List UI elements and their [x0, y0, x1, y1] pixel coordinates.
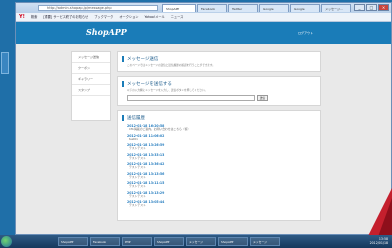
toolbar-item-auction[interactable]: オークション	[119, 15, 138, 19]
history-entry[interactable]: 2012-01-18 16:20:58 CM.掲載のご案内。お問い合わせはこちら（…	[127, 124, 316, 132]
main-column: メッセージ送信 このページではメッセージの送信と送信履歴の確認を行うことができま…	[117, 51, 321, 225]
entry-message: test01	[129, 136, 138, 141]
window-controls: _ □ ×	[354, 4, 389, 11]
site-logo[interactable]: ShopAPP	[86, 27, 127, 37]
send-panel-title: メッセージを送信する	[122, 81, 316, 87]
clock-date: 2012/01/18	[369, 241, 388, 245]
history-entry[interactable]: 2012-01-18 13:26:59 テストテスト	[127, 143, 316, 151]
page-content: メッセージ送信 クーポン ギャラリー スタンプ メッセージ送信 このページではメ…	[71, 51, 321, 234]
taskbar-item[interactable]: メッセージ	[186, 237, 216, 246]
taskbar-clock[interactable]: 13:58 2012/01/18	[370, 237, 388, 245]
browser-tab-2[interactable]: Facebook	[197, 4, 227, 12]
message-input[interactable]	[127, 95, 255, 101]
sidebar-item-message[interactable]: メッセージ送信	[72, 52, 110, 63]
minimize-button[interactable]: _	[354, 4, 365, 11]
history-entry[interactable]: 2012-01-18 13:13:56 テストテスト	[127, 172, 316, 180]
message-panel-desc: このページではメッセージの送信と送信履歴の確認を行うことができます。	[127, 64, 215, 67]
toolbar-item-bookmark[interactable]: ブックマーク	[94, 15, 113, 19]
browser-tab-4[interactable]: Google	[259, 4, 289, 12]
message-panel-title: メッセージ送信	[122, 56, 316, 62]
logout-link[interactable]: ログアウト	[298, 31, 313, 35]
browser-tab-3[interactable]: Twitter	[228, 4, 258, 12]
entry-message: テストテスト	[129, 203, 146, 207]
entry-message: テストテスト	[129, 155, 146, 160]
taskbar-item[interactable]: メッセージ	[250, 237, 280, 246]
send-button[interactable]: 送信	[257, 95, 268, 101]
toolbar-item-notice[interactable]: [重要] サービス終了のお知らせ	[43, 15, 88, 19]
history-list: 2012-01-18 16:20:58 CM.掲載のご案内。お問い合わせはこちら（…	[122, 124, 316, 208]
history-panel-title: 送信履歴	[122, 115, 316, 121]
entry-message: テストテスト	[129, 184, 146, 188]
entry-message: テストテスト	[129, 165, 146, 169]
taskbar-item[interactable]: ShopAPP	[58, 237, 88, 246]
site-header: ShopAPP ログアウト	[16, 22, 391, 44]
message-panel: メッセージ送信 このページではメッセージの送信と送信履歴の確認を行うことができま…	[117, 51, 321, 72]
history-entry[interactable]: 2012-01-18 13:33:13 テストテスト	[127, 153, 316, 161]
history-entry[interactable]: 2012-01-18 13:05:44 テストテスト	[127, 200, 316, 208]
address-bar[interactable]: http://admin.shopap.jp/message.php	[38, 5, 158, 11]
sidebar: メッセージ送信 クーポン ギャラリー スタンプ	[71, 51, 111, 121]
taskbar-item[interactable]: PHP	[122, 237, 152, 246]
history-entry[interactable]: 2012-01-18 11:06:02 test01	[127, 134, 316, 142]
taskbar-item[interactable]: Facebook	[90, 237, 120, 246]
browser-tab-6[interactable]: メッセージ...	[321, 4, 351, 12]
browser-window: http://admin.shopap.jp/message.php ShopA…	[15, 2, 392, 235]
browser-tab-1[interactable]: ShopAPP	[162, 4, 196, 12]
yahoo-logo-icon[interactable]: Y!	[19, 14, 25, 20]
start-button[interactable]	[1, 236, 12, 247]
entry-message: テストテスト	[129, 146, 146, 150]
entry-message: CM.掲載のご案内。お問い合わせはこちら（仮）	[129, 127, 191, 131]
taskbar: ShopAPP Facebook PHP ShopAPP メッセージ ShopA…	[0, 235, 392, 248]
sidebar-item-gallery[interactable]: ギャラリー	[72, 74, 110, 85]
history-entry[interactable]: 2012-01-18 13:11:15 テストテスト	[127, 181, 316, 189]
send-panel-desc: 以下の入力欄にメッセージを入力し、送信ボタンを押してください。	[127, 89, 208, 92]
desktop-left-edge	[0, 0, 15, 235]
toolbar-item-search[interactable]: 検索	[31, 15, 37, 19]
send-form: 送信	[122, 95, 316, 101]
sidebar-item-stamp[interactable]: スタンプ	[72, 85, 110, 96]
close-button[interactable]: ×	[378, 4, 389, 11]
taskbar-item[interactable]: ShopAPP	[154, 237, 184, 246]
send-panel: メッセージを送信する 以下の入力欄にメッセージを入力し、送信ボタンを押してくださ…	[117, 76, 321, 106]
yahoo-toolbar: Y! 検索 [重要] サービス終了のお知らせ ブックマーク オークション Yah…	[16, 13, 391, 22]
toolbar-item-news[interactable]: ニュース	[171, 15, 184, 19]
taskbar-item[interactable]: ShopAPP	[218, 237, 248, 246]
side-gadget-tab[interactable]	[1, 52, 9, 74]
entry-message: テストテスト	[129, 174, 146, 179]
history-entry[interactable]: 2012-01-18 13:36:42 テストテスト	[127, 162, 316, 170]
web-page: ShopAPP ログアウト メッセージ送信 クーポン ギャラリー スタンプ メッ…	[16, 22, 391, 234]
maximize-button[interactable]: □	[366, 4, 377, 11]
entry-message: テストテスト	[129, 193, 146, 198]
history-entry[interactable]: 2012-01-18 13:13:29 テストテスト	[127, 191, 316, 199]
toolbar-item-mail[interactable]: Yahoo!メール	[144, 15, 164, 19]
history-panel: 送信履歴 2012-01-18 16:20:58 CM.掲載のご案内。お問い合わせ…	[117, 110, 321, 221]
browser-tab-5[interactable]: Google	[290, 4, 320, 12]
browser-tabbar: http://admin.shopap.jp/message.php ShopA…	[16, 3, 391, 13]
sidebar-item-coupon[interactable]: クーポン	[72, 63, 110, 74]
